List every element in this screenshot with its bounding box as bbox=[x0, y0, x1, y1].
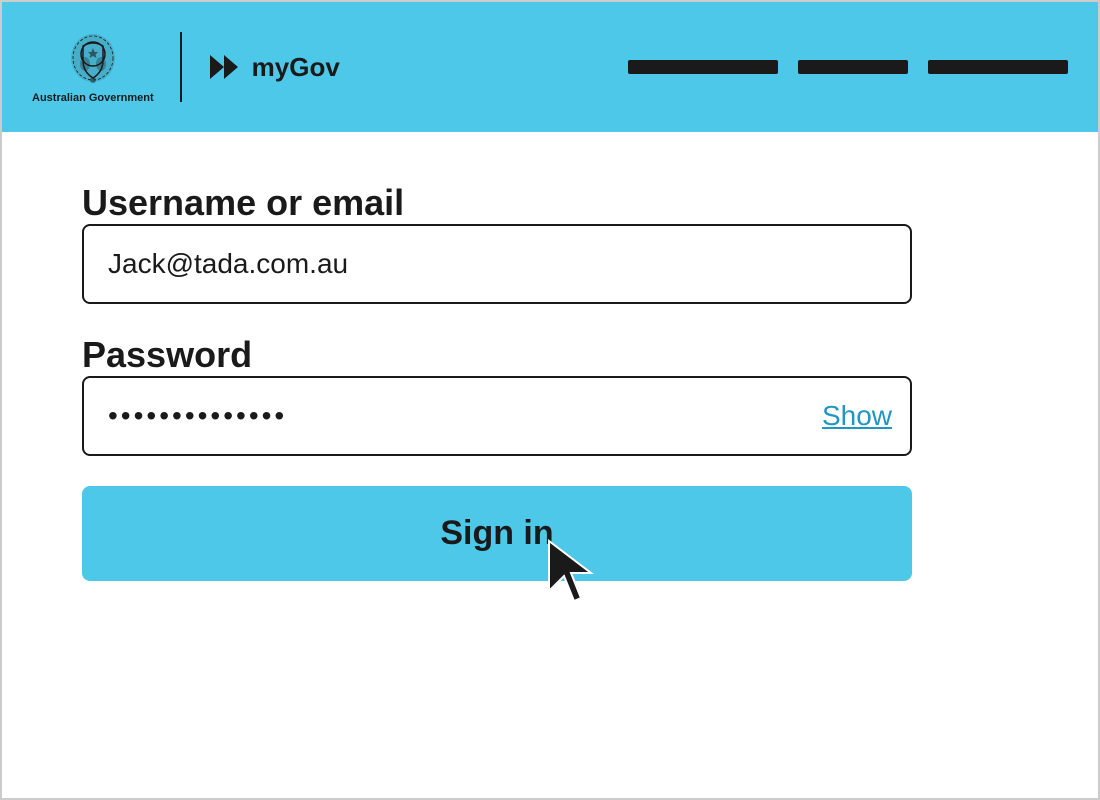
sign-in-button[interactable]: Sign in bbox=[82, 486, 912, 581]
mygov-label: myGov bbox=[252, 52, 340, 83]
gov-logo: Australian Government bbox=[32, 30, 154, 104]
password-label: Password bbox=[82, 334, 252, 375]
nav-item-1[interactable] bbox=[628, 60, 778, 74]
header: Australian Government myGov bbox=[2, 2, 1098, 132]
logo-section: Australian Government myGov bbox=[32, 30, 340, 104]
gov-text: Australian Government bbox=[32, 92, 154, 104]
password-wrapper: Show bbox=[82, 376, 912, 456]
nav-item-3[interactable] bbox=[928, 60, 1068, 74]
password-input[interactable] bbox=[82, 376, 912, 456]
nav-item-2[interactable] bbox=[798, 60, 908, 74]
nav-links bbox=[628, 60, 1068, 74]
mygov-arrow-icon bbox=[208, 49, 244, 85]
header-divider bbox=[180, 32, 182, 102]
username-label: Username or email bbox=[82, 182, 404, 223]
username-input[interactable] bbox=[82, 224, 912, 304]
mygov-logo: myGov bbox=[208, 49, 340, 85]
login-form: Username or email Password Show Sign in bbox=[82, 182, 912, 581]
page-container: Australian Government myGov bbox=[0, 0, 1100, 800]
coat-of-arms-icon bbox=[63, 30, 123, 90]
show-password-button[interactable]: Show bbox=[822, 400, 892, 432]
main-content: Username or email Password Show Sign in bbox=[2, 132, 1098, 798]
